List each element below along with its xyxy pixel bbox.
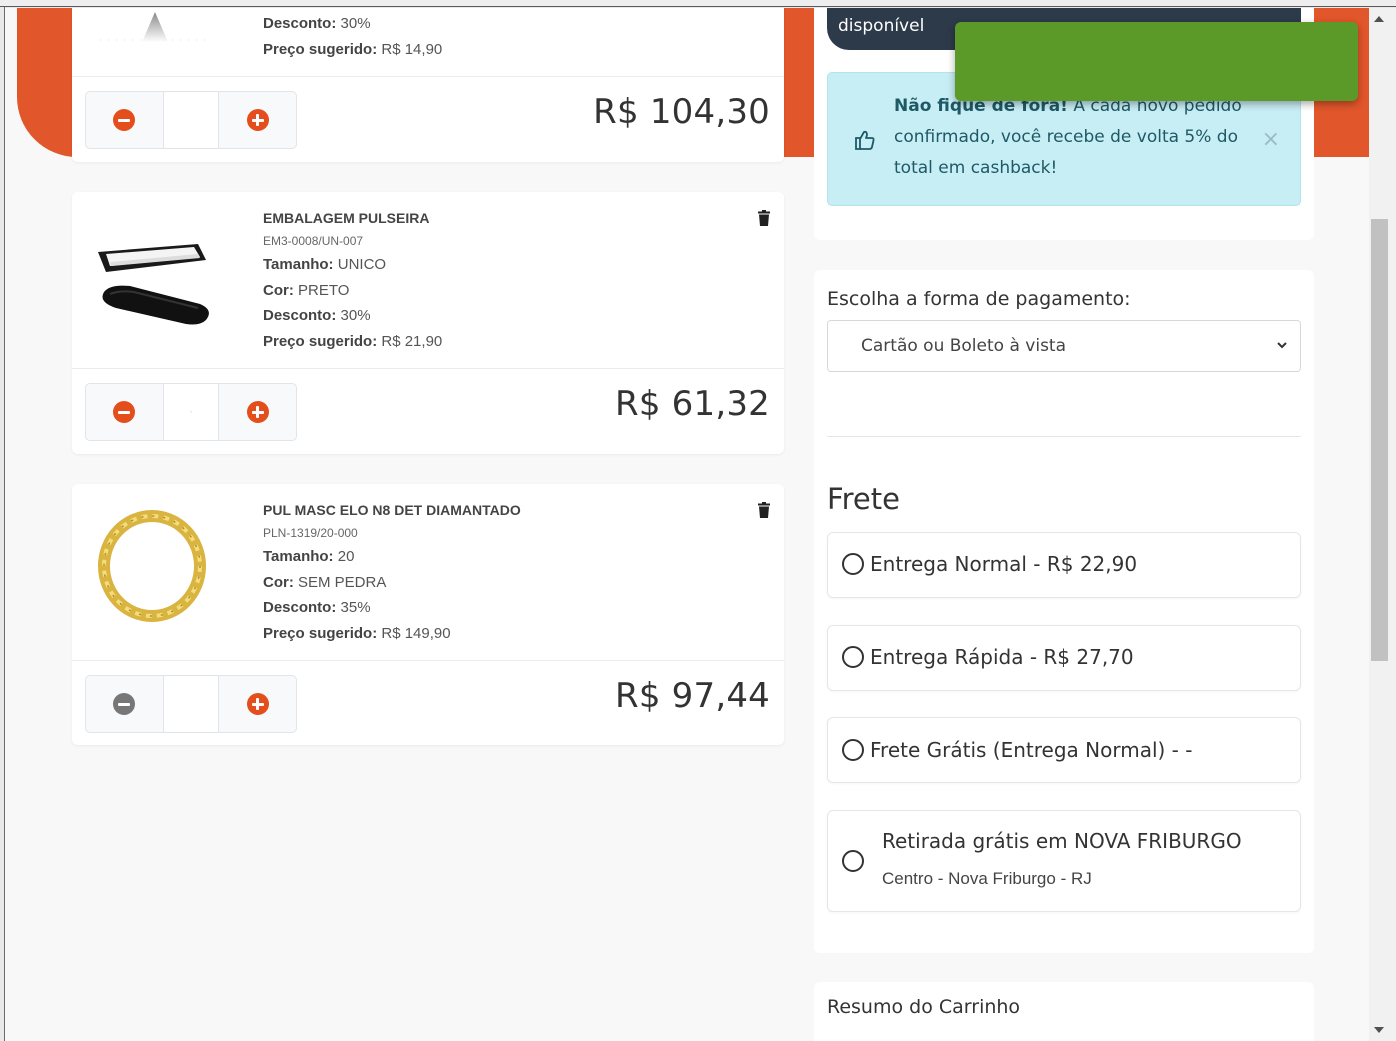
section-divider xyxy=(827,436,1301,437)
radio-button[interactable] xyxy=(842,646,864,668)
close-icon[interactable]: × xyxy=(1262,129,1280,151)
product-name: PUL MASC ELO N8 DET DIAMANTADO xyxy=(263,502,521,518)
page-viewport: Desconto: 30% Preço sugerido: R$ 14,90 R… xyxy=(5,8,1369,1041)
scrollbar-thumb[interactable] xyxy=(1371,219,1388,661)
quantity-stepper xyxy=(85,91,297,149)
product-name: EMBALAGEM PULSEIRA xyxy=(263,210,430,226)
product-sku: PLN-1319/20-000 xyxy=(263,526,358,540)
pickup-address: Centro - Nova Friburgo - RJ xyxy=(882,869,1092,888)
product-details: PUL MASC ELO N8 DET DIAMANTADO PLN-1319/… xyxy=(263,498,521,646)
discount-row: Desconto: 35% xyxy=(263,599,371,616)
item-price: R$ 97,44 xyxy=(615,676,770,716)
suggested-price-row: Preço sugerido: R$ 21,90 xyxy=(263,332,443,350)
product-image xyxy=(90,506,220,622)
cart-item-card: PUL MASC ELO N8 DET DIAMANTADO PLN-1319/… xyxy=(72,484,784,745)
product-details: Desconto: 30% Preço sugerido: R$ 14,90 xyxy=(263,11,442,62)
cart-item-info: Desconto: 30% Preço sugerido: R$ 14,90 xyxy=(72,8,784,77)
vertical-scrollbar[interactable] xyxy=(1369,8,1396,1041)
pickup-title: Retirada grátis em NOVA FRIBURGO xyxy=(882,829,1242,853)
scroll-up-arrow-icon[interactable] xyxy=(1374,16,1384,22)
minus-circle-icon xyxy=(113,401,136,423)
quantity-stepper: · xyxy=(85,383,297,441)
increase-quantity-button[interactable] xyxy=(219,384,296,440)
item-price: R$ 61,32 xyxy=(615,384,770,424)
shipping-option-pickup[interactable]: Retirada grátis em NOVA FRIBURGO Centro … xyxy=(827,810,1301,912)
decrease-quantity-button[interactable] xyxy=(86,92,163,148)
cart-item-card: Desconto: 30% Preço sugerido: R$ 14,90 R… xyxy=(72,8,784,162)
cart-item-card: EMBALAGEM PULSEIRA EM3-0008/UN-007 Taman… xyxy=(72,192,784,454)
increase-quantity-button[interactable] xyxy=(219,92,296,148)
cart-summary-title: Resumo do Carrinho xyxy=(827,996,1021,1018)
product-details: EMBALAGEM PULSEIRA EM3-0008/UN-007 Taman… xyxy=(263,206,442,354)
size-row: Tamanho: UNICO xyxy=(263,256,387,273)
payment-method-label: Escolha a forma de pagamento: xyxy=(827,288,1131,310)
cart-item-info: PUL MASC ELO N8 DET DIAMANTADO PLN-1319/… xyxy=(72,484,784,661)
trash-icon[interactable] xyxy=(758,210,770,226)
plus-circle-icon xyxy=(246,693,269,715)
cashback-alert-text: Não fique de fora! A cada novo pedido co… xyxy=(894,96,1242,178)
window-top-border xyxy=(0,0,1396,7)
color-row: Cor: SEM PEDRA xyxy=(263,573,387,591)
product-image xyxy=(90,8,220,52)
payment-method-select[interactable]: Cartão ou Boleto à vista xyxy=(827,320,1301,372)
scroll-down-arrow-icon[interactable] xyxy=(1374,1027,1384,1033)
shipping-option-free[interactable]: Frete Grátis (Entrega Normal) - - xyxy=(827,717,1301,783)
color-row: Cor: PRETO xyxy=(263,281,350,299)
size-row: Tamanho: 20 xyxy=(263,548,355,565)
increase-quantity-button[interactable] xyxy=(219,676,296,732)
notification-toast[interactable] xyxy=(955,22,1358,101)
discount-row: Desconto: 30% xyxy=(263,307,371,324)
plus-circle-icon xyxy=(246,109,269,131)
quantity-stepper xyxy=(85,675,297,733)
minus-circle-icon xyxy=(113,109,136,131)
quantity-input[interactable] xyxy=(162,92,220,148)
decrease-quantity-button[interactable] xyxy=(86,676,163,732)
radio-button[interactable] xyxy=(842,739,864,761)
thumbs-up-icon xyxy=(854,129,876,151)
shipping-option-normal[interactable]: Entrega Normal - R$ 22,90 xyxy=(827,532,1301,598)
shipping-title: Frete xyxy=(827,482,900,516)
radio-button[interactable] xyxy=(842,850,864,872)
item-price: R$ 104,30 xyxy=(593,92,770,132)
cart-item-info: EMBALAGEM PULSEIRA EM3-0008/UN-007 Taman… xyxy=(72,192,784,369)
suggested-price-row: Preço sugerido: R$ 14,90 xyxy=(263,40,443,58)
minus-circle-icon xyxy=(113,693,136,715)
discount-row: Desconto: 30% xyxy=(263,15,371,32)
plus-circle-icon xyxy=(246,401,269,423)
shipping-option-express[interactable]: Entrega Rápida - R$ 27,70 xyxy=(827,625,1301,691)
radio-button[interactable] xyxy=(842,553,864,575)
chevron-down-icon xyxy=(1277,342,1287,349)
suggested-price-row: Preço sugerido: R$ 149,90 xyxy=(263,624,451,642)
quantity-input[interactable]: · xyxy=(162,384,220,440)
trash-icon[interactable] xyxy=(758,502,770,518)
quantity-input[interactable] xyxy=(162,676,220,732)
decrease-quantity-button[interactable] xyxy=(86,384,163,440)
product-image xyxy=(90,224,220,334)
product-sku: EM3-0008/UN-007 xyxy=(263,234,364,248)
